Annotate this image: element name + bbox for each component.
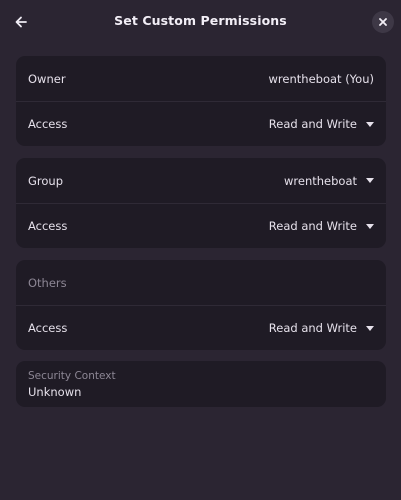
header-bar: Set Custom Permissions <box>0 0 401 44</box>
owner-access-dropdown[interactable]: Read and Write <box>269 117 374 131</box>
group-access-dropdown[interactable]: Read and Write <box>269 219 374 233</box>
others-access-dropdown[interactable]: Read and Write <box>269 321 374 335</box>
chevron-down-icon <box>366 178 374 183</box>
others-row: Others <box>16 260 386 305</box>
close-icon <box>379 18 387 26</box>
owner-access-label: Access <box>28 117 68 131</box>
group-access-row: Access Read and Write <box>16 203 386 248</box>
others-access-value: Read and Write <box>268 321 357 335</box>
security-context-title: Security Context <box>28 370 116 382</box>
owner-value: wrentheboat (You) <box>268 71 374 86</box>
group-value: wrentheboat <box>283 173 357 188</box>
chevron-down-icon <box>366 325 374 331</box>
owner-access-row: Access Read and Write <box>16 101 386 146</box>
group-label: Group <box>28 173 64 188</box>
chevron-down-icon <box>366 121 374 127</box>
others-card: Others Access Read and Write <box>16 260 386 350</box>
close-button[interactable] <box>372 11 394 33</box>
owner-row: Owner wrentheboat (You) <box>16 56 386 101</box>
owner-card: Owner wrentheboat (You) Access Read and … <box>16 56 386 146</box>
group-row: Group wrentheboat <box>16 158 386 203</box>
group-dropdown[interactable]: wrentheboat <box>284 174 374 188</box>
security-context-value: Unknown <box>28 385 82 399</box>
others-access-label: Access <box>28 321 68 335</box>
group-access-value: Read and Write <box>268 219 357 233</box>
security-context-card: Security Context Unknown <box>16 361 386 407</box>
chevron-down-icon <box>366 223 374 229</box>
permissions-dialog: Set Custom Permissions Owner wrentheboat… <box>0 0 401 500</box>
others-access-row: Access Read and Write <box>16 305 386 350</box>
group-access-label: Access <box>28 219 68 233</box>
owner-access-value: Read and Write <box>268 117 357 131</box>
others-label: Others <box>28 275 67 290</box>
owner-label: Owner <box>28 71 66 86</box>
dialog-title: Set Custom Permissions <box>114 13 287 28</box>
group-card: Group wrentheboat Access Read and Write <box>16 158 386 248</box>
